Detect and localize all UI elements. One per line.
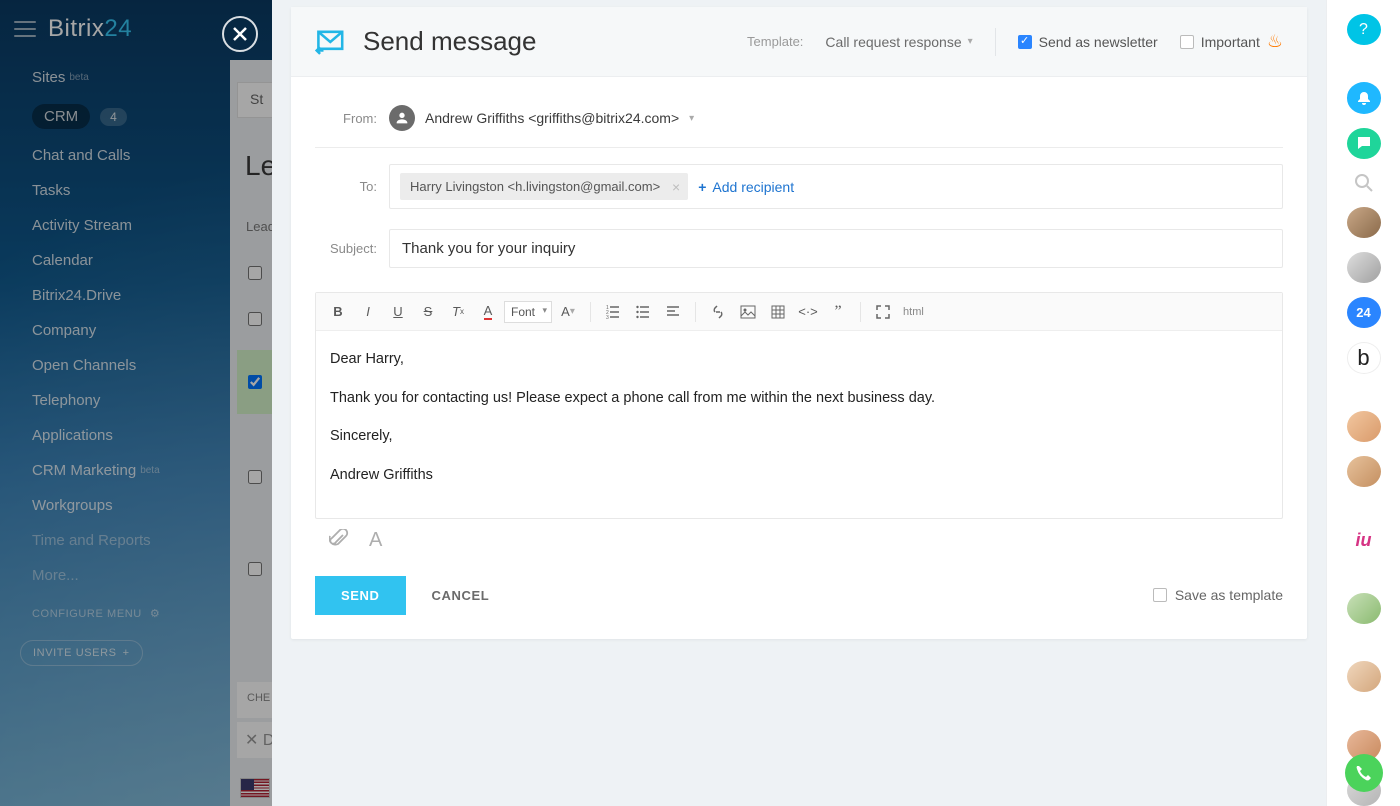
svg-text:3: 3: [606, 315, 609, 319]
right-rail: ? 24 b iu: [1326, 0, 1400, 806]
code-button[interactable]: <·>: [794, 298, 822, 326]
from-label: From:: [315, 111, 377, 126]
avatar-label: iu: [1356, 530, 1372, 551]
cancel-button[interactable]: CANCEL: [432, 588, 490, 603]
link-button[interactable]: [704, 298, 732, 326]
from-row: From: Andrew Griffiths <griffiths@bitrix…: [315, 95, 1283, 141]
chevron-down-icon: ▾: [689, 113, 694, 124]
send-button[interactable]: SEND: [315, 576, 406, 615]
font-label: Font: [511, 305, 535, 319]
body-line: Thank you for contacting us! Please expe…: [330, 386, 1268, 411]
from-selector[interactable]: Andrew Griffiths <griffiths@bitrix24.com…: [389, 105, 694, 131]
remove-recipient-icon[interactable]: ×: [672, 179, 680, 195]
strike-button[interactable]: S: [414, 298, 442, 326]
body-line: Andrew Griffiths: [330, 463, 1268, 488]
plus-icon: +: [698, 179, 706, 195]
recipient-chip: Harry Livingston <h.livingston@gmail.com…: [400, 173, 688, 200]
notifications-button[interactable]: [1347, 82, 1381, 113]
editor: B I U S Tx A Font A▾ 123 <·>: [315, 292, 1283, 519]
send-newsletter-checkbox[interactable]: Send as newsletter: [1018, 34, 1158, 50]
call-button[interactable]: [1345, 754, 1383, 792]
contact-avatar[interactable]: [1347, 411, 1381, 442]
subject-label: Subject:: [315, 241, 377, 256]
help-button[interactable]: ?: [1347, 14, 1381, 45]
quote-button[interactable]: ”: [824, 298, 852, 326]
divider: [995, 28, 996, 56]
checkbox-label: Important: [1201, 34, 1260, 50]
avatar-icon: [389, 105, 415, 131]
important-checkbox[interactable]: Important ♨: [1180, 31, 1283, 52]
message-body[interactable]: Dear Harry, Thank you for contacting us!…: [316, 331, 1282, 518]
fullscreen-button[interactable]: [869, 298, 897, 326]
send-message-modal: Send message Template: Call request resp…: [272, 0, 1326, 806]
to-label: To:: [315, 179, 377, 194]
body-line: Dear Harry,: [330, 347, 1268, 372]
send-message-panel: Send message Template: Call request resp…: [291, 7, 1307, 639]
bitrix24-avatar[interactable]: 24: [1347, 297, 1381, 328]
html-toggle[interactable]: html: [903, 306, 924, 318]
editor-toolbar: B I U S Tx A Font A▾ 123 <·>: [316, 293, 1282, 331]
contact-avatar[interactable]: [1347, 661, 1381, 692]
add-recipient-button[interactable]: + Add recipient: [698, 179, 794, 195]
attach-row: A: [315, 519, 1283, 556]
dialog-title: Send message: [363, 26, 536, 57]
image-button[interactable]: [734, 298, 762, 326]
search-icon[interactable]: [1354, 173, 1374, 193]
contact-avatar[interactable]: [1347, 456, 1381, 487]
close-icon: [232, 26, 248, 42]
recipient-label: Harry Livingston <h.livingston@gmail.com…: [410, 179, 660, 194]
contact-avatar[interactable]: [1347, 593, 1381, 624]
add-recipient-label: Add recipient: [712, 179, 794, 195]
contact-avatar[interactable]: [1347, 252, 1381, 283]
font-size-button[interactable]: A▾: [554, 298, 582, 326]
contact-avatar[interactable]: [1347, 207, 1381, 238]
avatar-label: b: [1357, 345, 1369, 371]
clear-format-button[interactable]: Tx: [444, 298, 472, 326]
subject-row: Subject:: [315, 219, 1283, 278]
align-button[interactable]: [659, 298, 687, 326]
unordered-list-button[interactable]: [629, 298, 657, 326]
subject-input[interactable]: [389, 229, 1283, 268]
to-field[interactable]: Harry Livingston <h.livingston@gmail.com…: [389, 164, 1283, 209]
ordered-list-button[interactable]: 123: [599, 298, 627, 326]
attachment-icon[interactable]: [329, 529, 349, 552]
checkbox-icon: [1018, 35, 1032, 49]
template-selector[interactable]: Call request response ▾: [825, 34, 972, 50]
text-color-button[interactable]: A: [474, 298, 502, 326]
save-template-label: Save as template: [1175, 587, 1283, 603]
chevron-down-icon: ▾: [968, 36, 973, 47]
b-avatar[interactable]: b: [1347, 342, 1381, 373]
send-mail-icon: [315, 25, 349, 59]
underline-button[interactable]: U: [384, 298, 412, 326]
save-template-checkbox[interactable]: Save as template: [1153, 587, 1283, 603]
avatar-label: 24: [1356, 305, 1370, 320]
text-size-icon[interactable]: A: [369, 529, 382, 552]
dialog-actions: SEND CANCEL Save as template: [315, 556, 1283, 615]
checkbox-label: Send as newsletter: [1039, 34, 1158, 50]
bold-button[interactable]: B: [324, 298, 352, 326]
body-line: Sincerely,: [330, 424, 1268, 449]
template-label: Template:: [747, 34, 803, 49]
flame-icon: ♨: [1267, 31, 1283, 52]
italic-button[interactable]: I: [354, 298, 382, 326]
to-row: To: Harry Livingston <h.livingston@gmail…: [315, 154, 1283, 219]
divider: [315, 147, 1283, 148]
table-button[interactable]: [764, 298, 792, 326]
panel-header: Send message Template: Call request resp…: [291, 7, 1307, 77]
close-dialog-button[interactable]: [222, 16, 258, 52]
iu-avatar[interactable]: iu: [1347, 525, 1381, 556]
checkbox-icon: [1180, 35, 1194, 49]
template-value: Call request response: [825, 34, 961, 50]
messenger-button[interactable]: [1347, 128, 1381, 159]
checkbox-icon: [1153, 588, 1167, 602]
from-value: Andrew Griffiths <griffiths@bitrix24.com…: [425, 110, 679, 126]
font-selector[interactable]: Font: [504, 301, 552, 323]
